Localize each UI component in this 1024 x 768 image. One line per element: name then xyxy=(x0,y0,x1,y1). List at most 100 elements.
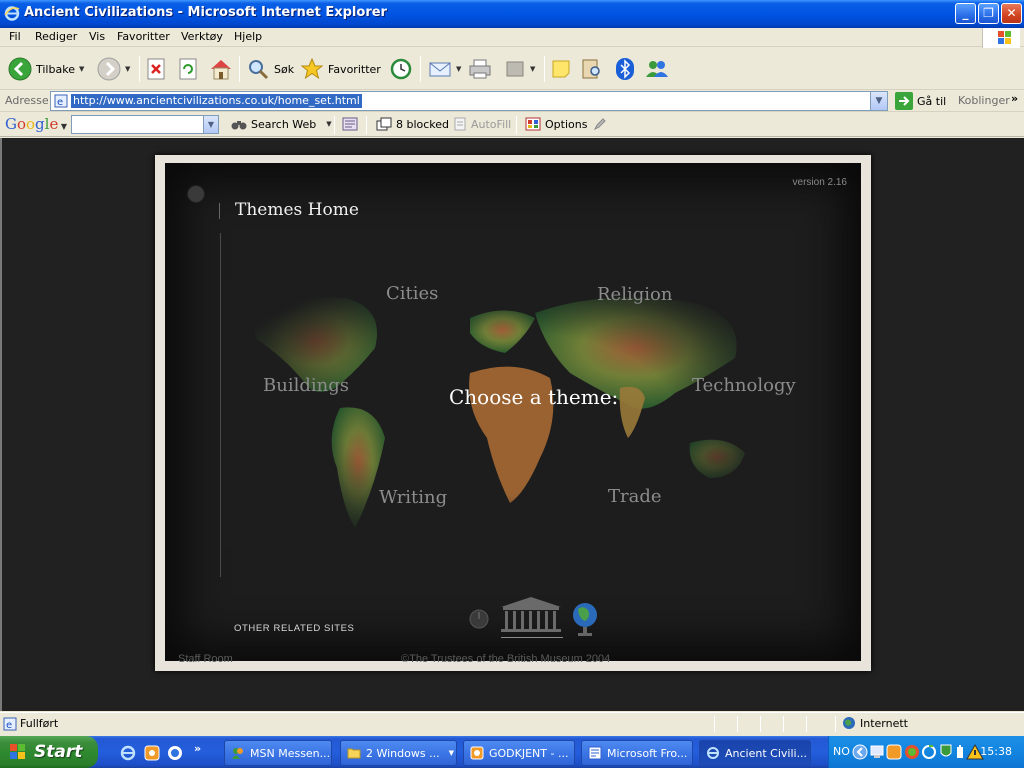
themes-home-heading: Themes Home xyxy=(235,200,359,220)
highlight-button[interactable] xyxy=(593,117,607,131)
title-bar[interactable]: Ancient Civilizations - Microsoft Intern… xyxy=(0,0,1024,28)
theme-link-religion[interactable]: Religion xyxy=(597,284,672,305)
theme-link-trade[interactable]: Trade xyxy=(608,486,662,507)
go-label: Gå til xyxy=(917,94,947,108)
mail-button[interactable]: ▼ xyxy=(428,54,461,84)
clock[interactable]: 15:38 xyxy=(980,745,1012,758)
theme-link-cities[interactable]: Cities xyxy=(386,283,438,304)
security-zone[interactable]: Internett xyxy=(842,716,908,730)
google-logo[interactable]: Google ▼ xyxy=(5,115,67,133)
mail-dropdown-icon[interactable]: ▼ xyxy=(456,65,461,73)
news-button[interactable] xyxy=(342,117,358,131)
print-button[interactable] xyxy=(468,54,492,84)
footer-icons xyxy=(469,597,597,638)
quicklaunch-chevron-icon[interactable]: » xyxy=(194,742,201,755)
stop-button[interactable] xyxy=(146,54,168,84)
back-button[interactable]: Tilbake ▼ xyxy=(8,54,84,84)
back-arrow-icon xyxy=(8,57,32,81)
menu-tools[interactable]: Verktøy xyxy=(181,30,223,43)
menu-view[interactable]: Vis xyxy=(89,30,105,43)
minimize-icon: _ xyxy=(962,6,969,20)
network-icon[interactable] xyxy=(870,745,884,758)
google-search-dropdown-icon[interactable]: ▼ xyxy=(203,116,218,133)
theme-link-writing[interactable]: Writing xyxy=(379,487,447,508)
copyright-notice: ©The Trustees of the British Museum 2004 xyxy=(401,653,611,665)
task-windows-explorer[interactable]: 2 Windows ... ▼ xyxy=(340,740,457,766)
favorites-button[interactable]: Favoritter xyxy=(300,54,381,84)
museum-icon[interactable] xyxy=(501,597,563,638)
refresh-button[interactable] xyxy=(178,54,200,84)
star-icon xyxy=(300,57,324,80)
links-chevron-icon[interactable]: » xyxy=(1011,92,1018,105)
forward-dropdown-icon[interactable]: ▼ xyxy=(125,65,130,73)
ie-quicklaunch-icon[interactable] xyxy=(119,744,137,762)
task-godkjent[interactable]: GODKJENT - ... xyxy=(463,740,575,766)
back-dropdown-icon[interactable]: ▼ xyxy=(79,65,84,73)
status-divider xyxy=(714,716,715,732)
language-indicator[interactable]: NO xyxy=(833,745,850,758)
address-input[interactable]: e http://www.ancientcivilizations.co.uk/… xyxy=(50,91,888,111)
address-dropdown-icon[interactable]: ▼ xyxy=(870,92,887,110)
close-button[interactable]: ✕ xyxy=(1001,3,1022,24)
edit-button[interactable]: ▼ xyxy=(504,54,535,84)
notes-button[interactable] xyxy=(550,54,572,84)
research-button[interactable] xyxy=(580,54,604,84)
toolbar-separator xyxy=(139,56,140,82)
status-divider xyxy=(737,716,738,732)
task-msn-messenger[interactable]: MSN Messen... xyxy=(224,740,332,766)
google-search-input[interactable]: ▼ xyxy=(71,115,219,134)
binoculars-icon xyxy=(231,121,247,130)
edit-dropdown-icon[interactable]: ▼ xyxy=(530,65,535,73)
history-button[interactable] xyxy=(389,54,413,84)
popup-blocker-button[interactable]: 8 blocked xyxy=(376,117,449,131)
messenger-button[interactable] xyxy=(644,54,670,84)
search-button[interactable]: Søk xyxy=(246,54,294,84)
window-title: Ancient Civilizations - Microsoft Intern… xyxy=(24,5,387,20)
search-web-button[interactable]: Search Web ▼ xyxy=(231,117,332,131)
security-center-icon[interactable] xyxy=(905,745,919,759)
standard-toolbar: Tilbake ▼ ▼ Søk Favoritter ▼ ▼ xyxy=(0,48,1024,90)
toolbar-separator xyxy=(239,56,240,82)
task-ancient-civilizations[interactable]: Ancient Civili... xyxy=(699,740,811,766)
taskbar: Start » MSN Messen... 2 Windows ... ▼ GO… xyxy=(0,736,1024,768)
menu-edit[interactable]: Rediger xyxy=(35,30,77,43)
sync-icon[interactable] xyxy=(922,745,936,759)
other-related-sites-link[interactable]: OTHER RELATED SITES xyxy=(234,623,355,634)
tray-expand-icon[interactable] xyxy=(852,744,868,760)
minimize-button[interactable]: _ xyxy=(955,3,976,24)
popup-blocker-icon xyxy=(376,117,392,131)
battery-icon[interactable] xyxy=(957,745,963,758)
forward-button[interactable]: ▼ xyxy=(97,54,130,84)
staff-room-link[interactable]: Staff Room xyxy=(178,653,233,665)
status-divider xyxy=(806,716,807,732)
start-button[interactable]: Start xyxy=(0,736,98,768)
bluetooth-icon xyxy=(616,58,634,80)
home-button[interactable] xyxy=(209,54,233,84)
menu-help[interactable]: Hjelp xyxy=(234,30,262,43)
bluetooth-button[interactable] xyxy=(614,54,636,84)
autofill-button[interactable]: AutoFill xyxy=(453,117,511,131)
task-microsoft-frontpage[interactable]: Microsoft Fro... xyxy=(581,740,693,766)
theme-link-buildings[interactable]: Buildings xyxy=(263,375,349,396)
tray-icons xyxy=(852,743,984,760)
svg-text:e: e xyxy=(6,720,12,731)
options-label: Options xyxy=(545,117,588,131)
maximize-button[interactable]: ❐ xyxy=(978,3,999,24)
printer-icon xyxy=(469,59,491,79)
shield-icon[interactable] xyxy=(940,744,952,757)
links-label[interactable]: Koblinger xyxy=(958,94,1010,107)
menu-file[interactable]: Fil xyxy=(9,30,21,43)
theme-link-technology[interactable]: Technology xyxy=(692,375,796,396)
menu-favorites[interactable]: Favoritter xyxy=(117,30,170,43)
outlook-quicklaunch-icon[interactable] xyxy=(166,744,184,762)
media-tray-icon[interactable] xyxy=(886,744,902,760)
options-button[interactable]: Options xyxy=(525,117,587,131)
zone-label: Internett xyxy=(860,716,908,730)
status-text: Fullført xyxy=(20,717,59,730)
go-button[interactable]: Gå til xyxy=(895,92,946,110)
compass-icon[interactable] xyxy=(469,609,489,629)
edit-page-icon xyxy=(506,61,524,77)
globe-icon[interactable] xyxy=(573,603,597,636)
search-web-dropdown-icon[interactable]: ▼ xyxy=(326,120,331,128)
media-quicklaunch-icon[interactable] xyxy=(143,744,161,762)
